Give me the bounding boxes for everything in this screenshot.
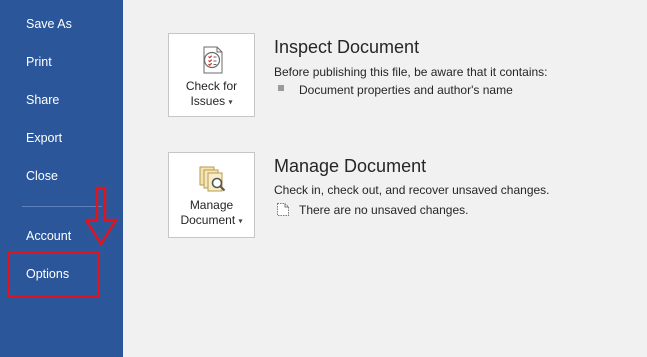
document-status-icon xyxy=(277,203,289,216)
inspect-bullet-text: Document properties and author's name xyxy=(299,83,513,97)
check-for-issues-line1: Check for xyxy=(185,79,238,93)
manage-document-icon xyxy=(199,166,226,192)
manage-document-label: Manage Document ▾ xyxy=(169,198,254,228)
inspect-document-description: Before publishing this file, be aware th… xyxy=(274,65,548,79)
inspect-document-icon xyxy=(203,46,223,74)
nav-save-as[interactable]: Save As xyxy=(26,17,72,31)
backstage-sidebar: Save As Print Share Export Close Account… xyxy=(0,0,123,357)
manage-document-line2: Document xyxy=(180,213,236,227)
check-for-issues-label: Check for Issues ▾ xyxy=(169,79,254,109)
manage-status-text: There are no unsaved changes. xyxy=(299,203,469,217)
info-pane: Check for Issues ▾ Inspect Document Befo… xyxy=(123,0,647,357)
manage-document-button[interactable]: Manage Document ▾ xyxy=(168,152,255,238)
inspect-document-title: Inspect Document xyxy=(274,37,420,57)
manage-document-line1: Manage xyxy=(189,198,234,212)
nav-print[interactable]: Print xyxy=(26,55,52,69)
nav-account[interactable]: Account xyxy=(26,229,71,243)
manage-document-title: Manage Document xyxy=(274,156,427,176)
check-for-issues-button[interactable]: Check for Issues ▾ xyxy=(168,33,255,117)
bullet-icon xyxy=(278,85,284,91)
nav-export[interactable]: Export xyxy=(26,131,62,145)
manage-document-description: Check in, check out, and recover unsaved… xyxy=(274,183,550,197)
nav-close[interactable]: Close xyxy=(26,169,58,183)
dropdown-caret-icon: ▾ xyxy=(238,216,243,226)
options-highlight-box xyxy=(7,252,99,297)
check-for-issues-line2: Issues xyxy=(190,94,226,108)
nav-share[interactable]: Share xyxy=(26,93,59,107)
down-arrow-icon xyxy=(86,186,119,247)
dropdown-caret-icon: ▾ xyxy=(228,97,233,107)
